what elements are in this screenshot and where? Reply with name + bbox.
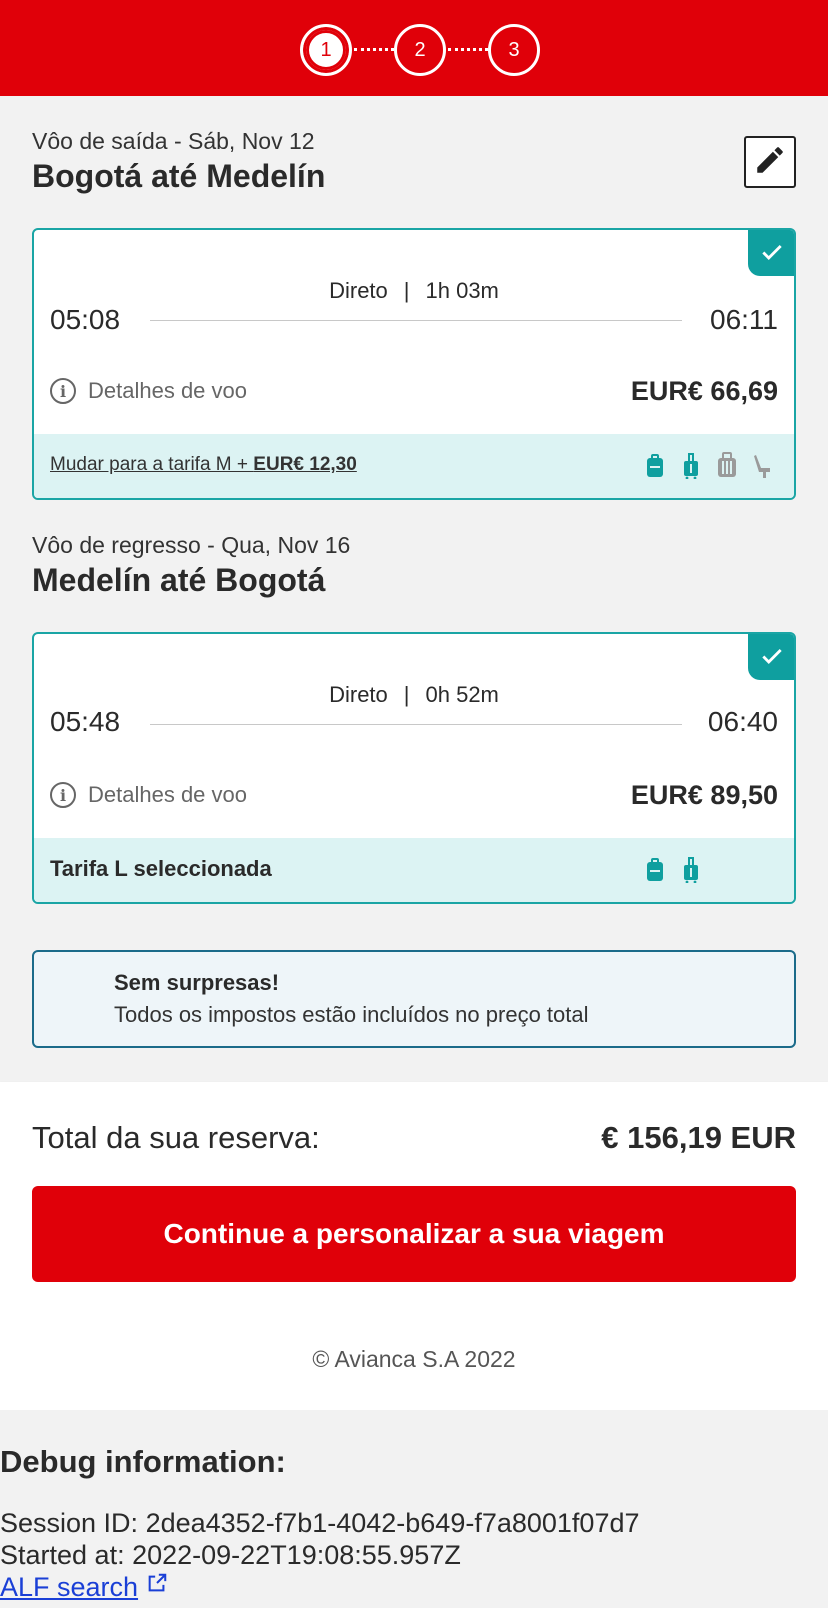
outbound-subtitle: Vôo de saída - Sáb, Nov 12 [32, 128, 315, 154]
selected-fare-label: Tarifa L seleccionada [50, 856, 272, 881]
upgrade-fare-link[interactable]: Mudar para a tarifa M + EUR€ 12,30 [50, 454, 357, 476]
edit-search-button[interactable] [744, 136, 796, 188]
duration-value: 1h 03m [425, 278, 499, 303]
fare-includes [642, 452, 776, 480]
carry-on-icon [678, 856, 704, 884]
flight-line [150, 320, 682, 321]
carry-on-icon [678, 452, 704, 480]
footer: © Avianca S.A 2022 [0, 1314, 828, 1410]
backpack-icon [642, 452, 668, 480]
backpack-icon [642, 856, 668, 884]
flight-details-link[interactable]: i Detalhes de voo [50, 782, 247, 808]
outbound-route: Bogotá até Medelín [32, 158, 326, 194]
flight-price: EUR€ 89,50 [630, 780, 778, 810]
continue-button[interactable]: Continue a personalizar a sua viagem [32, 1186, 796, 1282]
alf-search-line: ALF search [0, 1572, 168, 1603]
step-2[interactable]: 2 [394, 24, 446, 76]
step-2-label: 2 [414, 38, 426, 61]
flight-duration: Direto | 0h 52m [34, 682, 794, 708]
step-connector [354, 48, 394, 51]
fare-bar: Tarifa L seleccionada [34, 838, 794, 902]
debug-panel: Debug information: Session ID: 2dea4352-… [0, 1410, 828, 1608]
note-text: Todos os impostos estão incluídos no pre… [114, 1002, 589, 1027]
arrival-time: 06:11 [710, 304, 778, 335]
info-icon: i [50, 378, 76, 404]
external-link-icon [146, 1572, 168, 1602]
arrival-time: 06:40 [707, 706, 778, 737]
outbound-flight-card[interactable]: Direto | 1h 03m 05:08 06:11 i Detalhes de … [32, 228, 796, 500]
flight-line [150, 724, 682, 725]
flight-price: EUR€ 66,69 [630, 376, 778, 406]
step-3[interactable]: 3 [488, 24, 540, 76]
seat-icon [750, 452, 776, 480]
no-surprises-note: Sem surpresas! Todos os impostos estão i… [32, 950, 796, 1048]
step-1-label: 1 [306, 30, 346, 70]
total-label: Total da sua reserva: [32, 1120, 320, 1155]
step-3-label: 3 [508, 38, 520, 61]
duration-separator: | [403, 682, 410, 707]
total-value: € 156,19 EUR [601, 1120, 796, 1155]
copyright: © Avianca S.A 2022 [312, 1346, 516, 1372]
checked-bag-icon [714, 452, 740, 480]
started-at: 2022-09-22T19:08:55.957Z [132, 1540, 461, 1570]
departure-time: 05:48 [50, 706, 121, 737]
flight-details-label: Detalhes de voo [88, 782, 247, 807]
debug-title: Debug information: [0, 1444, 286, 1479]
flight-duration: Direto | 1h 03m [34, 278, 794, 304]
flight-details-link[interactable]: i Detalhes de voo [50, 378, 247, 404]
flight-details-label: Detalhes de voo [88, 378, 247, 403]
flight-type: Direto [329, 682, 388, 707]
upgrade-fare-price: EUR€ 12,30 [253, 454, 357, 475]
departure-time: 05:08 [50, 304, 121, 335]
fare-bar: Mudar para a tarifa M + EUR€ 12,30 [34, 434, 794, 498]
fare-includes [642, 856, 704, 884]
started-line: Started at: 2022-09-22T19:08:55.957Z [0, 1540, 461, 1571]
step-connector [448, 48, 488, 51]
return-route: Medelín até Bogotá [32, 562, 326, 598]
info-icon: i [50, 782, 76, 808]
started-label: Started at: [0, 1540, 133, 1570]
return-subtitle: Vôo de regresso - Qua, Nov 16 [32, 532, 351, 558]
session-line: Session ID: 2dea4352-f7b1-4042-b649-f7a8… [0, 1508, 640, 1539]
selected-check-icon [748, 634, 794, 680]
alf-search-link[interactable]: ALF search [0, 1572, 138, 1602]
return-flight-card[interactable]: Direto | 0h 52m 05:48 06:40 i Detalhes de … [32, 632, 796, 904]
session-id: 2dea4352-f7b1-4042-b649-f7a8001f07d7 [145, 1508, 640, 1538]
header-stepper: 1 2 3 [0, 0, 828, 96]
selected-check-icon [748, 230, 794, 276]
duration-value: 0h 52m [425, 682, 499, 707]
note-title: Sem surpresas! [114, 970, 280, 995]
pencil-icon [753, 143, 787, 182]
step-1[interactable]: 1 [300, 24, 352, 76]
flight-type: Direto [329, 278, 388, 303]
booking-total-panel: Total da sua reserva: € 156,19 EUR Conti… [0, 1082, 828, 1314]
upgrade-fare-label: Mudar para a tarifa M + [50, 454, 254, 475]
duration-separator: | [403, 278, 410, 303]
session-label: Session ID: [0, 1508, 146, 1538]
